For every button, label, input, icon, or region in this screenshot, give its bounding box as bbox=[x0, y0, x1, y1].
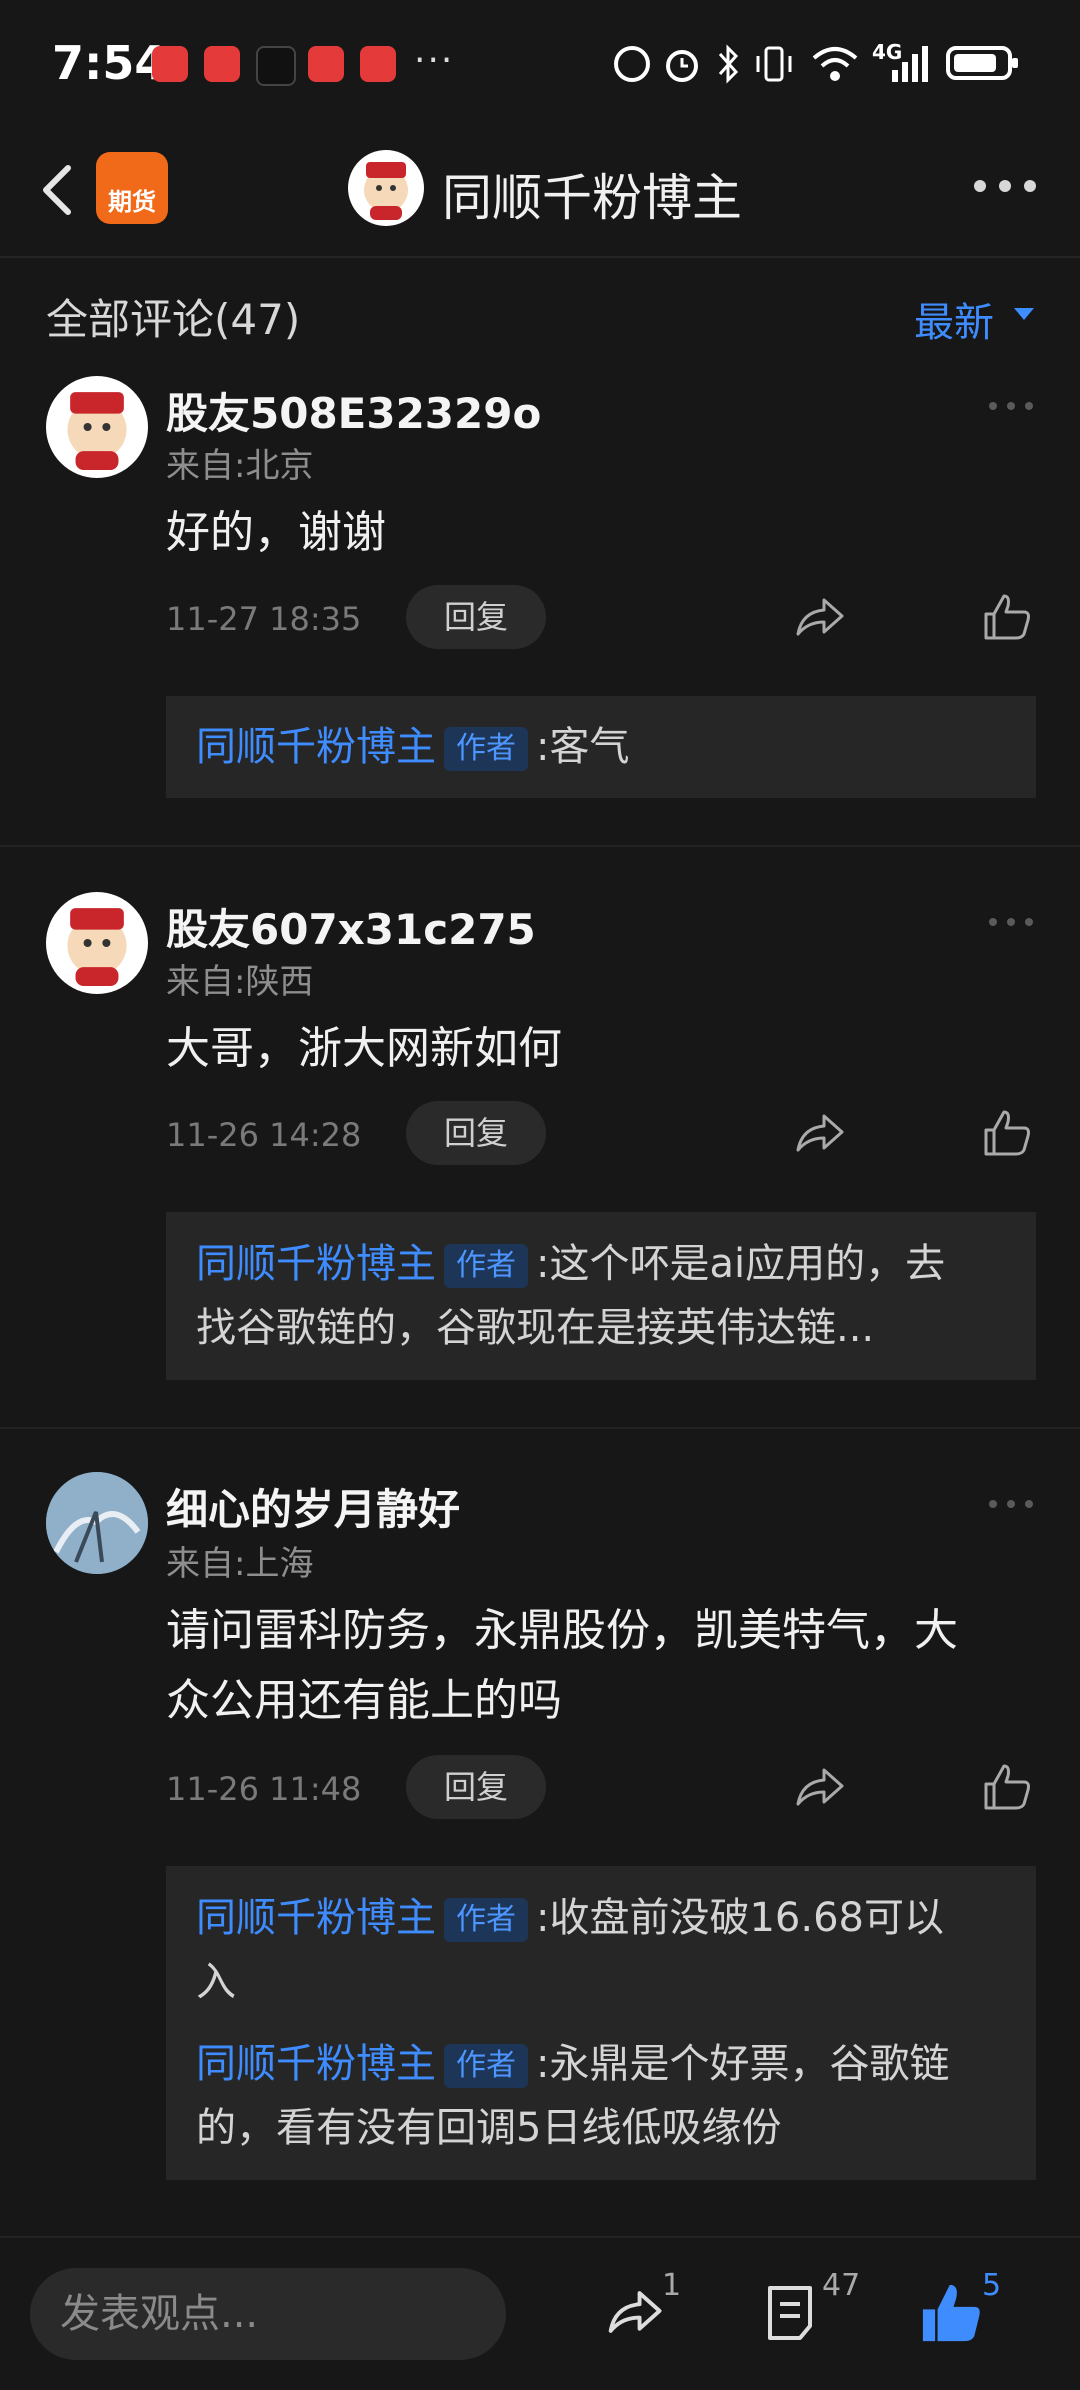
avatar[interactable] bbox=[46, 376, 148, 478]
sort-dropdown[interactable]: 最新 bbox=[914, 290, 994, 348]
wifi-icon bbox=[812, 47, 858, 81]
like-count: 5 bbox=[982, 2268, 1002, 2303]
avatar[interactable] bbox=[46, 892, 148, 994]
thumbs-up-filled-icon[interactable] bbox=[918, 2280, 984, 2346]
reply-text: :收盘前没破16.68可以 bbox=[536, 1895, 944, 1941]
app-icon bbox=[360, 46, 396, 82]
thumbs-up-icon[interactable] bbox=[980, 1760, 1034, 1814]
comment-text-line: 请问雷科防务，永鼎股份，凯美特气，大 bbox=[166, 1605, 958, 1656]
futures-badge-label: 期货 bbox=[108, 188, 156, 216]
comment-icon[interactable] bbox=[762, 2282, 818, 2344]
author-tag: 作者 bbox=[444, 1898, 528, 1942]
divider bbox=[0, 1427, 1080, 1429]
reply-author-name[interactable]: 同顺千粉博主 bbox=[196, 1895, 436, 1941]
reply-text: :这个吥是ai应用的，去 bbox=[536, 1241, 946, 1287]
avatar[interactable] bbox=[46, 1472, 148, 1574]
thumbs-up-icon[interactable] bbox=[980, 590, 1034, 644]
status-bar: 7:54 ··· 4G bbox=[0, 0, 1080, 130]
app-icon bbox=[308, 46, 344, 82]
comment-username[interactable]: 股友607x31c275 bbox=[166, 896, 536, 957]
comment-text: 请问雷科防务，永鼎股份，凯美特气，大 众公用还有能上的吗 bbox=[166, 1596, 1046, 1736]
comment-more-icon[interactable] bbox=[986, 396, 1036, 416]
chevron-down-icon[interactable] bbox=[1014, 308, 1034, 320]
reply-author-name[interactable]: 同顺千粉博主 bbox=[196, 2041, 436, 2087]
comment-text-line: 众公用还有能上的吗 bbox=[166, 1675, 562, 1726]
author-avatar[interactable] bbox=[348, 150, 424, 226]
share-count: 1 bbox=[662, 2268, 682, 2303]
battery-icon bbox=[946, 46, 1018, 80]
more-options-icon[interactable] bbox=[970, 166, 1040, 206]
comment-date: 11-26 14:28 bbox=[166, 1116, 362, 1154]
reply-button[interactable]: 回复 bbox=[406, 585, 546, 649]
divider bbox=[0, 845, 1080, 847]
thumbs-up-icon[interactable] bbox=[980, 1106, 1034, 1160]
tiktok-icon bbox=[256, 46, 296, 86]
reply-box: 同顺千粉博主 作者:收盘前没破16.68可以 入 同顺千粉博主 作者:永鼎是个好票，… bbox=[166, 1866, 1036, 2180]
comment-username[interactable]: 股友508E32329o bbox=[166, 380, 541, 441]
comment-date: 11-27 18:35 bbox=[166, 600, 362, 638]
page-title: 同顺千粉博主 bbox=[442, 169, 742, 227]
author-reply: 同顺千粉博主 作者:永鼎是个好票，谷歌链 的，看有没有回调5日线低吸缘份 bbox=[166, 2032, 1036, 2160]
reply-author-name[interactable]: 同顺千粉博主 bbox=[196, 724, 436, 770]
clock-icon bbox=[666, 50, 698, 82]
reply-text-continued: 入 bbox=[196, 1959, 236, 2005]
reply-text: :永鼎是个好票，谷歌链 bbox=[536, 2041, 950, 2087]
comment-input[interactable]: 发表观点... bbox=[30, 2268, 506, 2360]
author-tag: 作者 bbox=[444, 2044, 528, 2088]
status-time: 7:54 bbox=[52, 36, 167, 90]
huawei-icon bbox=[204, 46, 240, 82]
comment-username[interactable]: 细心的岁月静好 bbox=[166, 1476, 460, 1537]
comment-more-icon[interactable] bbox=[986, 1494, 1036, 1514]
signal-icon bbox=[892, 46, 928, 82]
bluetooth-icon bbox=[718, 44, 739, 84]
reply-text: :客气 bbox=[536, 724, 630, 770]
reply-text-continued: 找谷歌链的，谷歌现在是接英伟达链... bbox=[196, 1305, 875, 1351]
comments-count-title: 全部评论(47) bbox=[46, 295, 301, 344]
reply-button[interactable]: 回复 bbox=[406, 1101, 546, 1165]
author-tag: 作者 bbox=[444, 1244, 528, 1288]
comment-more-icon[interactable] bbox=[986, 912, 1036, 932]
reply-box: 同顺千粉博主 作者:客气 bbox=[166, 696, 1036, 798]
more-notifications-icon: ··· bbox=[414, 40, 455, 81]
comment-text: 大哥，浙大网新如何 bbox=[166, 1023, 562, 1074]
author-reply: 同顺千粉博主 作者:这个吥是ai应用的，去 找谷歌链的，谷歌现在是接英伟达链... bbox=[166, 1232, 1036, 1360]
reply-button[interactable]: 回复 bbox=[406, 1755, 546, 1819]
reply-text-continued: 的，看有没有回调5日线低吸缘份 bbox=[196, 2105, 782, 2151]
comment-date: 11-26 11:48 bbox=[166, 1770, 362, 1808]
comment-text: 好的，谢谢 bbox=[166, 507, 386, 558]
author-reply: 同顺千粉博主 作者:收盘前没破16.68可以 入 bbox=[166, 1886, 1036, 2014]
share-icon[interactable] bbox=[792, 590, 846, 644]
author-reply: 同顺千粉博主 作者:客气 bbox=[166, 715, 1036, 779]
reply-box: 同顺千粉博主 作者:这个吥是ai应用的，去 找谷歌链的，谷歌现在是接英伟达链... bbox=[166, 1212, 1036, 1380]
comment-location: 来自:北京 bbox=[166, 446, 314, 486]
comment-location: 来自:陕西 bbox=[166, 962, 314, 1002]
share-icon[interactable] bbox=[792, 1760, 846, 1814]
back-arrow-icon[interactable] bbox=[36, 150, 76, 230]
alarm-icon bbox=[614, 46, 650, 82]
reply-author-name[interactable]: 同顺千粉博主 bbox=[196, 1241, 436, 1287]
futures-app-icon[interactable]: 期货 bbox=[96, 152, 168, 224]
vibrate-icon bbox=[756, 46, 792, 82]
comment-count: 47 bbox=[822, 2268, 861, 2303]
share-icon[interactable] bbox=[792, 1106, 846, 1160]
comment-location: 来自:上海 bbox=[166, 1544, 314, 1584]
huawei-icon bbox=[152, 46, 188, 82]
author-tag: 作者 bbox=[444, 727, 528, 771]
share-icon[interactable] bbox=[600, 2282, 668, 2342]
